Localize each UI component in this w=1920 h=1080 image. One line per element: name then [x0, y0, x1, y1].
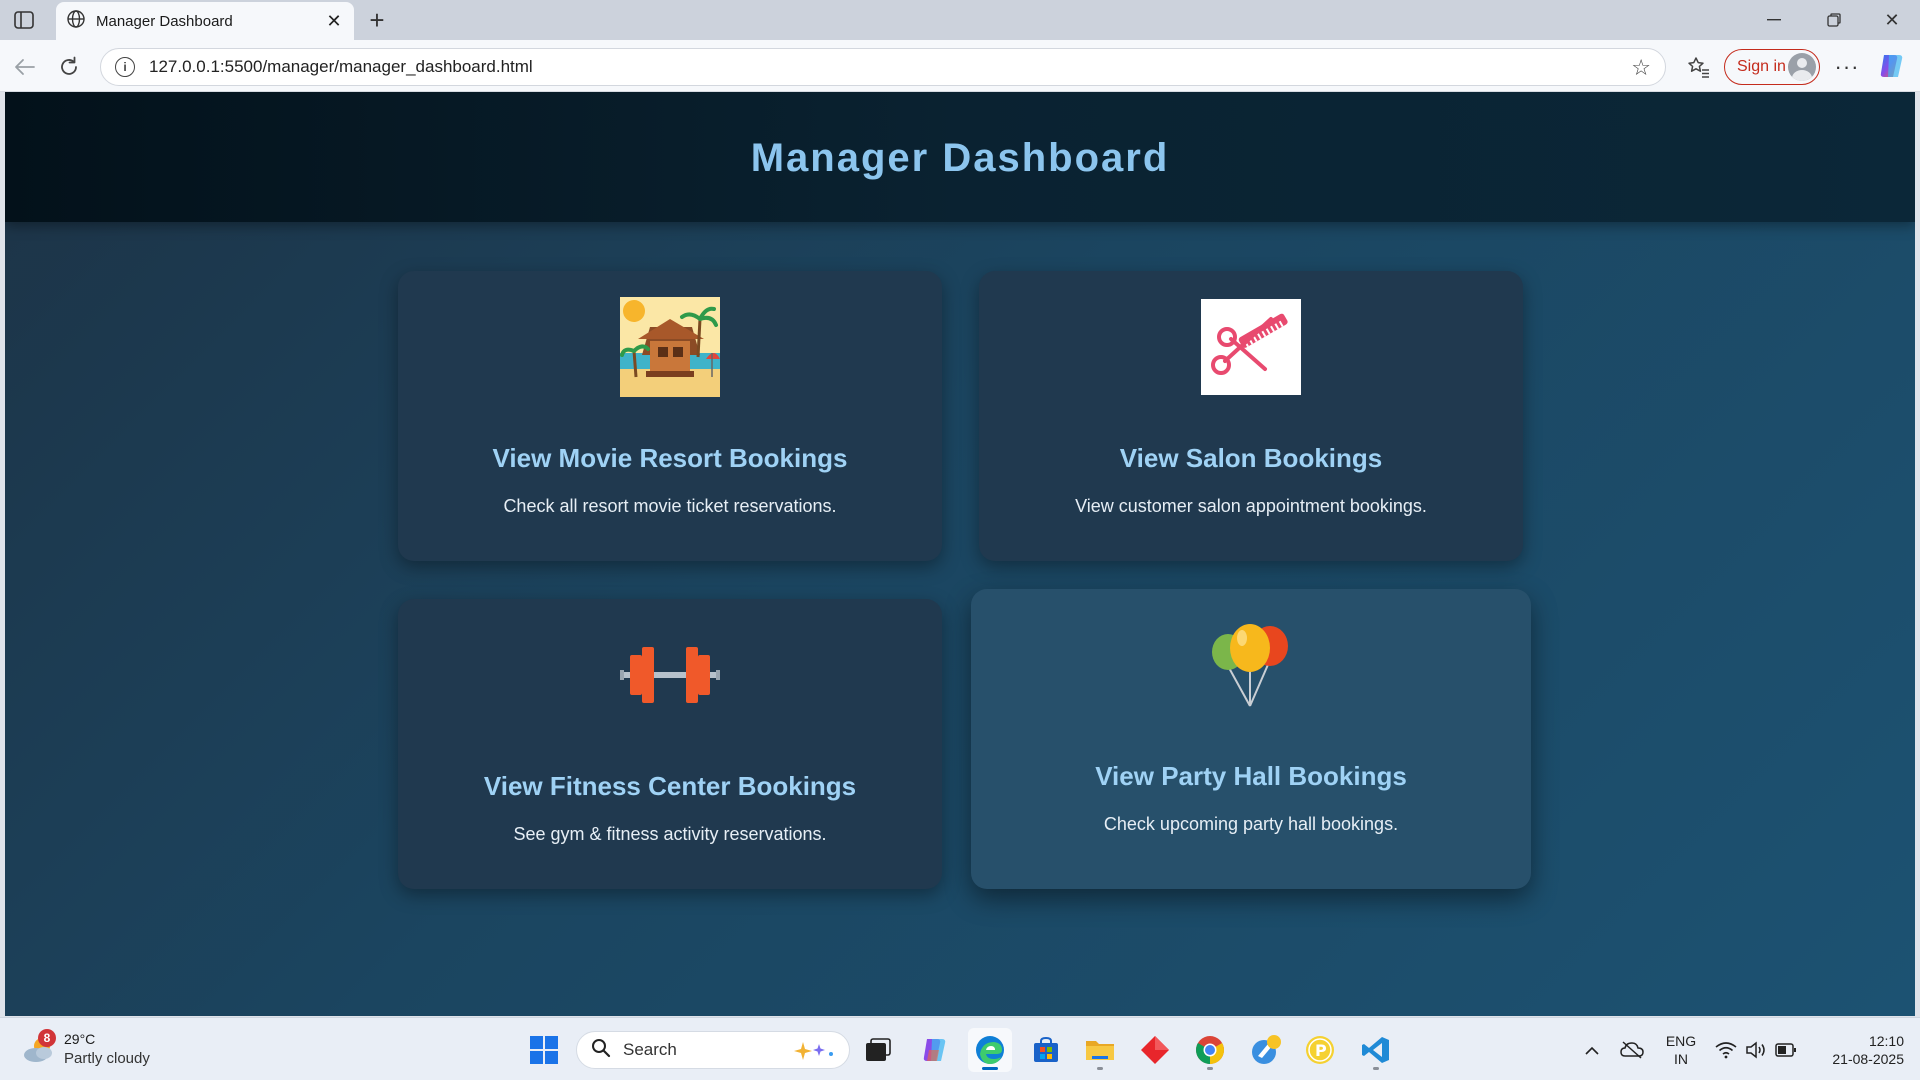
new-tab-button[interactable]: +	[364, 7, 390, 33]
card-description: View customer salon appointment bookings…	[1075, 496, 1427, 516]
language-code: ENG	[1665, 1033, 1697, 1049]
search-highlight-icon	[791, 1040, 837, 1067]
edge-browser-icon[interactable]	[968, 1028, 1012, 1072]
card-description: Check upcoming party hall bookings.	[1103, 814, 1399, 834]
clock-date: 21-08-2025	[1832, 1051, 1904, 1067]
vscode-icon[interactable]	[1354, 1028, 1398, 1072]
page-viewport: Manager Dashboard View Movie Resort Book…	[5, 92, 1915, 1016]
restore-icon[interactable]	[1814, 6, 1854, 34]
microsoft-store-icon[interactable]	[1024, 1028, 1068, 1072]
page-title: Manager Dashboard	[750, 136, 1170, 180]
weather-temperature: 29°C	[64, 1031, 96, 1047]
copilot-icon[interactable]	[1876, 52, 1908, 82]
clock-time: 12:10	[1868, 1033, 1904, 1049]
running-app-indicator	[1097, 1067, 1103, 1070]
tab-title: Manager Dashboard	[96, 12, 233, 30]
globe-icon	[66, 9, 86, 34]
beach-resort-icon	[620, 297, 720, 397]
site-info-icon[interactable]: i	[115, 57, 135, 77]
page-header: Manager Dashboard	[5, 92, 1915, 222]
show-hidden-icons-chevron-icon[interactable]	[1580, 1038, 1604, 1062]
address-bar[interactable]: i 127.0.0.1:5500/manager/manager_dashboa…	[100, 48, 1666, 86]
card-fitness-center-bookings[interactable]: View Fitness Center Bookings See gym & f…	[398, 599, 942, 889]
close-tab-icon[interactable]: ✕	[324, 11, 344, 31]
windows-taskbar: 8 29°C Partly cloudy Search P ENG IN 12:…	[0, 1017, 1920, 1080]
weather-description: Partly cloudy	[64, 1050, 150, 1067]
browser-toolbar: i 127.0.0.1:5500/manager/manager_dashboa…	[0, 40, 1920, 92]
balloons-icon	[1201, 615, 1301, 715]
card-salon-bookings[interactable]: View Salon Bookings View customer salon …	[979, 271, 1523, 561]
weather-widget[interactable]: 8 29°C Partly cloudy	[22, 1028, 182, 1072]
wifi-icon[interactable]	[1714, 1038, 1738, 1062]
more-options-icon[interactable]: ···	[1832, 52, 1862, 82]
card-movie-resort-bookings[interactable]: View Movie Resort Bookings Check all res…	[398, 271, 942, 561]
sign-in-button[interactable]: Sign in	[1724, 49, 1820, 85]
minimize-icon[interactable]	[1754, 6, 1794, 34]
yellow-p-app-icon[interactable]: P	[1298, 1028, 1342, 1072]
file-explorer-icon[interactable]	[1078, 1028, 1122, 1072]
tab-actions-icon[interactable]	[12, 9, 36, 31]
search-label: Search	[623, 1040, 677, 1059]
task-view-icon[interactable]	[856, 1028, 900, 1072]
close-window-icon[interactable]: ✕	[1872, 6, 1912, 34]
card-description: See gym & fitness activity reservations.	[513, 824, 827, 844]
card-title[interactable]: View Fitness Center Bookings	[484, 771, 856, 802]
start-button[interactable]	[522, 1028, 566, 1072]
red-diamond-app-icon[interactable]	[1133, 1028, 1177, 1072]
card-party-hall-bookings[interactable]: View Party Hall Bookings Check upcoming …	[971, 589, 1531, 889]
card-title[interactable]: View Party Hall Bookings	[1095, 761, 1407, 792]
region-code: IN	[1674, 1051, 1688, 1067]
favorite-star-icon[interactable]: ☆	[1631, 55, 1651, 81]
chrome-icon[interactable]	[1188, 1028, 1232, 1072]
card-title[interactable]: View Movie Resort Bookings	[493, 443, 848, 474]
taskbar-search[interactable]: Search	[576, 1031, 850, 1069]
svg-text:P: P	[1315, 1041, 1327, 1060]
browser-tab-bar: Manager Dashboard ✕ + ✕	[0, 0, 1920, 40]
favorites-icon[interactable]	[1684, 52, 1714, 82]
battery-icon[interactable]	[1774, 1038, 1798, 1062]
refresh-icon[interactable]	[54, 52, 84, 82]
browser-tab-active[interactable]: Manager Dashboard ✕	[56, 2, 354, 40]
url-text[interactable]: 127.0.0.1:5500/manager/manager_dashboard…	[149, 57, 533, 77]
running-app-indicator	[1373, 1067, 1379, 1070]
scissors-comb-icon	[1201, 297, 1301, 397]
language-indicator[interactable]: ENG IN	[1664, 1032, 1698, 1068]
copilot-taskbar-icon[interactable]	[912, 1028, 956, 1072]
back-icon[interactable]	[10, 52, 40, 82]
onedrive-offline-icon[interactable]	[1620, 1038, 1644, 1062]
dumbbell-icon	[620, 625, 720, 725]
profile-avatar-icon	[1788, 53, 1816, 81]
active-app-indicator	[982, 1067, 998, 1070]
running-app-indicator	[1207, 1067, 1213, 1070]
card-description: Check all resort movie ticket reservatio…	[503, 496, 837, 516]
sign-in-label: Sign in	[1737, 58, 1786, 75]
search-icon	[591, 1038, 611, 1063]
python-idle-icon[interactable]	[1244, 1028, 1288, 1072]
card-title[interactable]: View Salon Bookings	[1120, 443, 1382, 474]
system-clock[interactable]: 12:10 21-08-2025	[1814, 1032, 1904, 1068]
weather-alert-badge: 8	[38, 1029, 56, 1047]
volume-icon[interactable]	[1744, 1038, 1768, 1062]
